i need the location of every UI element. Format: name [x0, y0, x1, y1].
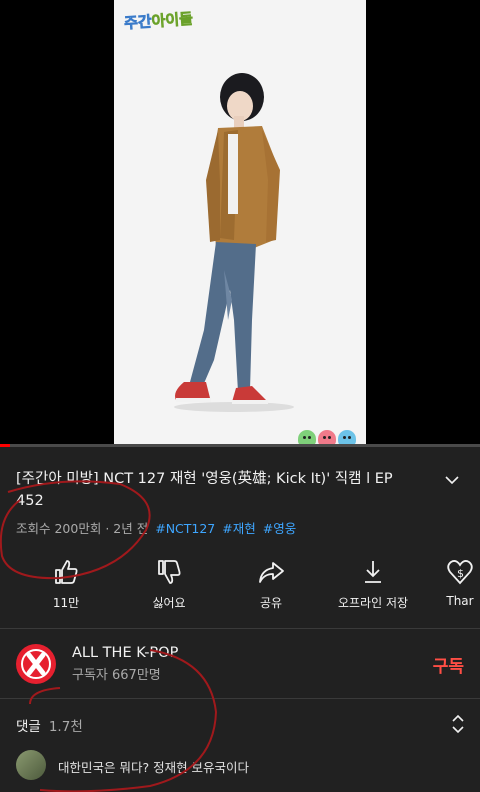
like-button[interactable]: 11만 [21, 558, 111, 611]
subscriber-count: 구독자 667만명 [72, 668, 161, 683]
video-frame[interactable]: 주간아이돌 [114, 0, 366, 446]
upload-age: 2년 전 [113, 521, 149, 536]
subscribe-button[interactable]: 구독 [433, 652, 464, 677]
video-title[interactable]: [주간아 미방] NCT 127 재현 '영웅(英雄; Kick It)' 직캠… [16, 468, 416, 512]
channel-avatar[interactable] [16, 644, 56, 684]
comments-label: 댓글 [16, 719, 41, 735]
performer-figure [174, 73, 294, 412]
video-progress-bar[interactable] [0, 444, 480, 447]
svg-text:$: $ [457, 567, 464, 580]
meta-separator: · [105, 521, 110, 536]
thanks-button[interactable]: $ Thar [430, 558, 480, 608]
divider [0, 628, 480, 629]
thumbs-up-icon [55, 560, 78, 584]
divider [0, 698, 480, 699]
show-logo: 주간아이돌 [123, 9, 194, 33]
hashtag-link[interactable]: #재현 [222, 521, 255, 536]
channel-name[interactable]: ALL THE K-POP [72, 645, 178, 661]
thanks-icon: $ [447, 560, 473, 585]
dislike-button[interactable]: 싫어요 [124, 558, 214, 611]
download-button[interactable]: 오프라인 저장 [328, 558, 418, 611]
video-player[interactable]: 주간아이돌 [0, 0, 480, 446]
download-label: 오프라인 저장 [337, 596, 409, 610]
share-label: 공유 [259, 596, 283, 610]
view-count: 조회수 200만회 [16, 521, 102, 536]
video-progress-fill [0, 444, 10, 447]
dislike-label: 싫어요 [152, 596, 186, 610]
share-icon [259, 562, 284, 583]
comment-text[interactable]: 대한민국은 뭐다? 정재현 보유국이다 [58, 757, 249, 776]
action-bar: 11만 싫어요 공유 오프라인 저장 $ Thar [0, 558, 480, 618]
comments-header[interactable]: 댓글 1.7천 [16, 715, 83, 735]
thanks-label: Thar [446, 594, 474, 608]
comments-count: 1.7천 [48, 719, 83, 735]
commenter-avatar[interactable] [16, 750, 46, 780]
video-meta: 조회수 200만회 · 2년 전 #NCT127 #재현 #영웅 [16, 518, 296, 537]
like-count: 11만 [52, 596, 80, 610]
hashtag-link[interactable]: #NCT127 [155, 521, 215, 536]
chevron-down-icon[interactable] [444, 472, 460, 492]
expand-icon[interactable] [450, 713, 466, 739]
thumbs-down-icon [158, 560, 181, 584]
hashtag-link[interactable]: #영웅 [263, 521, 296, 536]
share-button[interactable]: 공유 [226, 558, 316, 611]
download-icon [365, 561, 381, 583]
